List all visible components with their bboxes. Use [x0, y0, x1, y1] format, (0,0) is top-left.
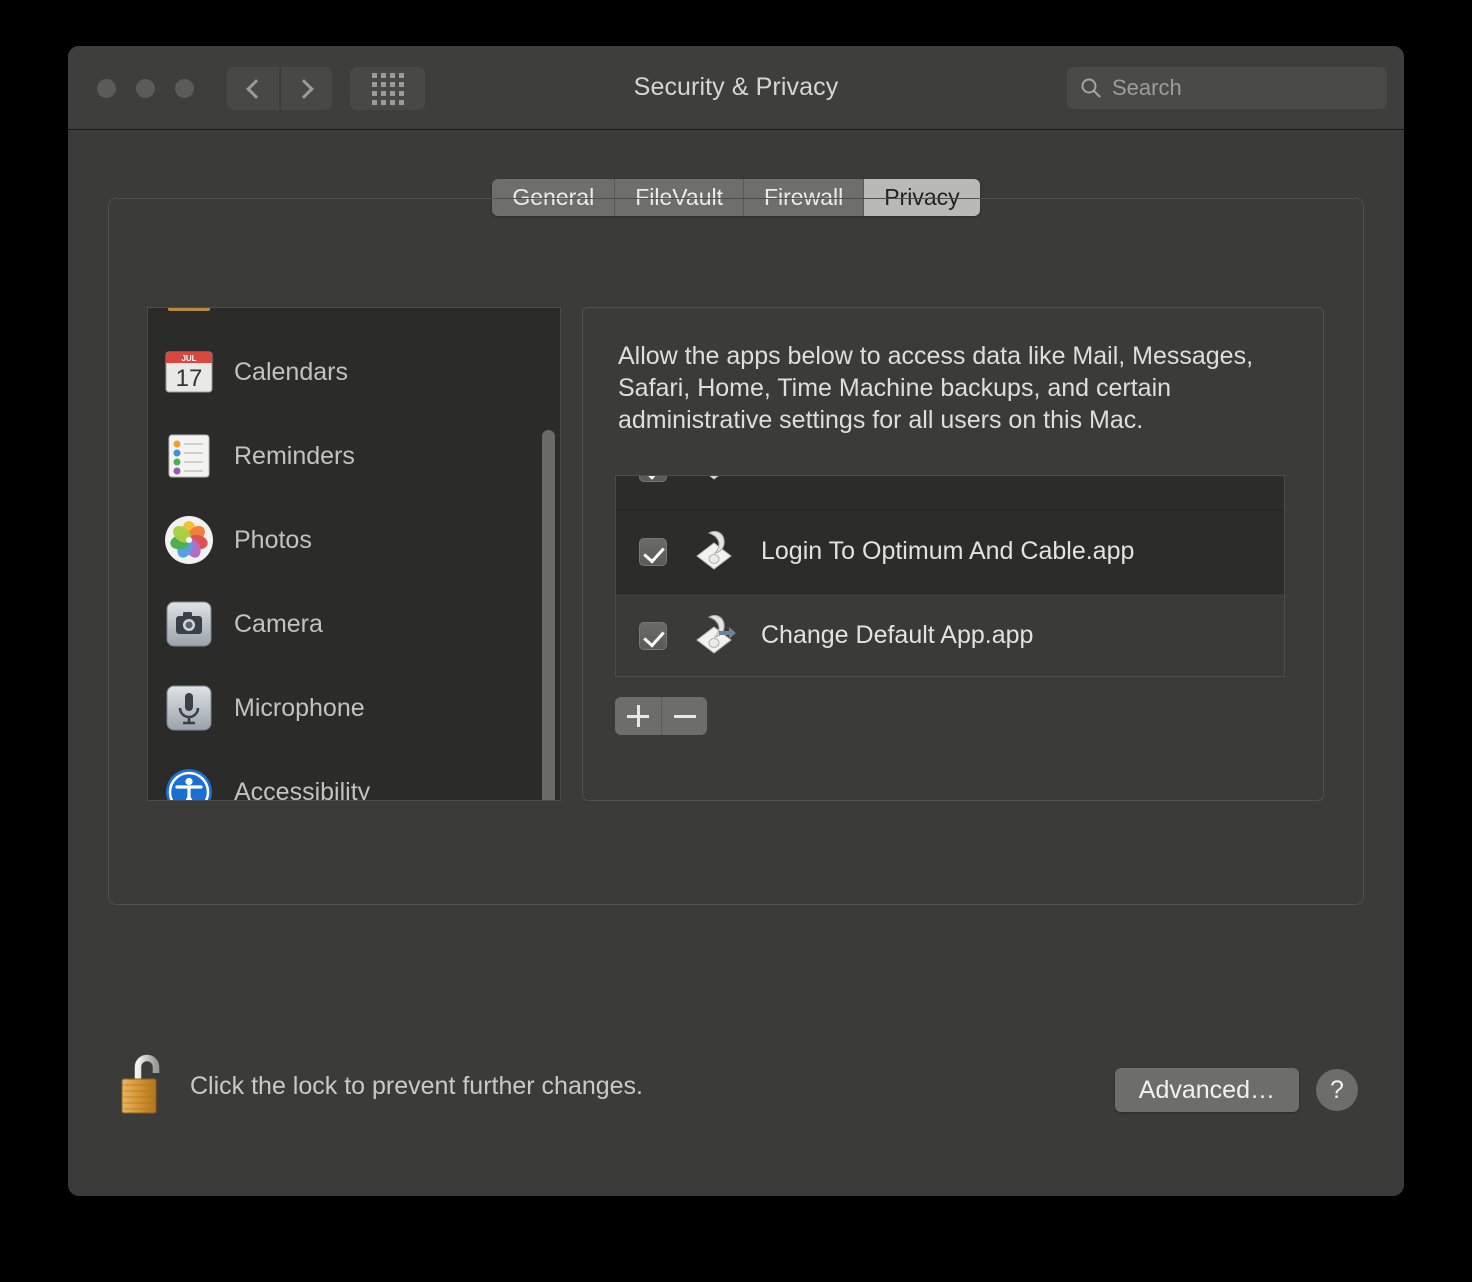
minus-icon	[674, 715, 696, 718]
lock-hint-text: Click the lock to prevent further change…	[190, 1072, 643, 1101]
search-field[interactable]	[1067, 67, 1387, 109]
microphone-icon	[162, 681, 216, 735]
sidebar-item-label: Reminders	[234, 442, 355, 471]
sidebar-item-label: Camera	[234, 610, 323, 639]
contacts-icon	[162, 307, 216, 315]
camera-icon	[162, 597, 216, 651]
reminders-icon	[162, 429, 216, 483]
full-disk-access-pane: Allow the apps below to access data like…	[582, 307, 1324, 801]
privacy-category-list[interactable]: JUL 17 Calendars	[147, 307, 561, 801]
pane-description: Allow the apps below to access data like…	[618, 340, 1308, 436]
allowed-apps-list[interactable]: Login To Optimum And Cable.app	[615, 475, 1285, 677]
app-checkbox[interactable]	[639, 622, 667, 650]
add-remove-group	[615, 697, 707, 735]
advanced-button[interactable]: Advanced…	[1115, 1068, 1299, 1112]
sidebar-item-calendars[interactable]: JUL 17 Calendars	[148, 330, 560, 414]
app-name: Login To Optimum And Cable.app	[761, 537, 1134, 566]
app-name: Change Default App.app	[761, 621, 1033, 650]
svg-text:JUL: JUL	[181, 354, 196, 363]
sidebar-item-label: Calendars	[234, 358, 348, 387]
app-checkbox[interactable]	[639, 475, 667, 482]
table-row[interactable]	[616, 475, 1284, 510]
app-checkbox[interactable]	[639, 538, 667, 566]
sidebar-item-label: Microphone	[234, 694, 365, 723]
add-app-button[interactable]	[615, 697, 661, 735]
table-row[interactable]: Change Default App.app	[616, 594, 1284, 677]
sidebar-item-contacts[interactable]	[148, 307, 560, 330]
sidebar-item-label: Accessibility	[234, 778, 370, 802]
table-row[interactable]: Login To Optimum And Cable.app	[616, 510, 1284, 594]
unlocked-padlock-icon[interactable]	[118, 1051, 174, 1121]
search-icon	[1080, 77, 1102, 99]
applescript-droplet-icon	[687, 609, 741, 663]
sidebar-item-photos[interactable]: Photos	[148, 498, 560, 582]
sidebar-item-reminders[interactable]: Reminders	[148, 414, 560, 498]
window-titlebar: Security & Privacy	[68, 46, 1404, 130]
help-button[interactable]: ?	[1316, 1069, 1358, 1111]
sidebar-scrollbar[interactable]	[542, 430, 555, 801]
system-preferences-window: Security & Privacy General FileVault Fir…	[68, 46, 1404, 1196]
sidebar-item-microphone[interactable]: Microphone	[148, 666, 560, 750]
applescript-applet-icon	[687, 525, 741, 579]
photos-icon	[162, 513, 216, 567]
privacy-panel: JUL 17 Calendars	[108, 198, 1364, 905]
sidebar-item-accessibility[interactable]: Accessibility	[148, 750, 560, 801]
search-input[interactable]	[1112, 75, 1352, 101]
calendar-icon: JUL 17	[162, 345, 216, 399]
sidebar-item-label: Photos	[234, 526, 312, 555]
svg-text:17: 17	[176, 365, 203, 392]
remove-app-button[interactable]	[661, 697, 707, 735]
footer-bar: Click the lock to prevent further change…	[68, 1006, 1404, 1196]
applescript-applet-icon	[687, 475, 741, 495]
accessibility-icon	[162, 765, 216, 801]
sidebar-item-camera[interactable]: Camera	[148, 582, 560, 666]
